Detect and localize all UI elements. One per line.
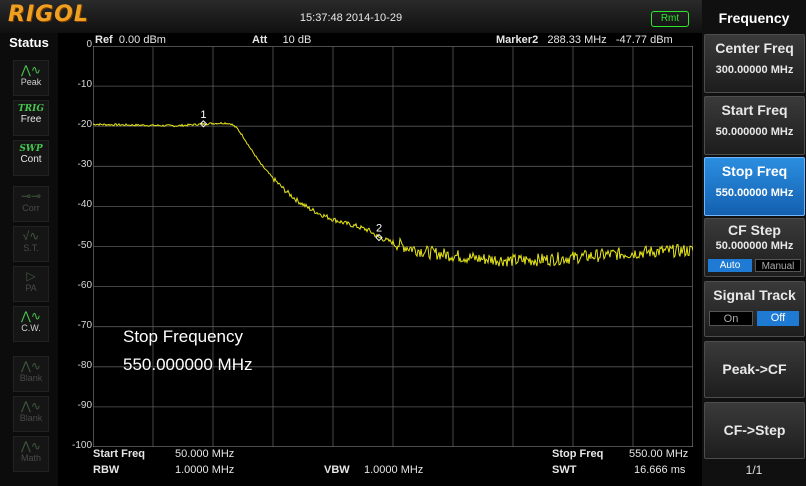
status-math[interactable]: ⋀∿ Math — [13, 436, 49, 472]
signal-track-button[interactable]: Signal Track On Off — [704, 281, 805, 337]
trig-icon: TRIG — [17, 104, 45, 114]
marker-readout: Marker2 288.33 MHz -47.77 dBm — [496, 34, 673, 46]
y-tick-label: -20 — [77, 119, 92, 131]
signal-track-on[interactable]: On — [709, 311, 753, 326]
vbw-value: 1.0000 MHz — [364, 464, 424, 476]
page-indicator: 1/1 — [745, 463, 763, 477]
status-st[interactable]: √∿ S.T. — [13, 226, 49, 262]
status-panel: Status ⋀∿ Peak TRIG Free SWP Cont ⊸⊸ Cor… — [0, 33, 58, 486]
menu-title: Frequency — [718, 10, 790, 26]
status-pa[interactable]: ▷ PA — [13, 266, 49, 302]
status-blank-1[interactable]: ⋀∿ Blank — [13, 356, 49, 392]
y-tick-label: -60 — [77, 279, 92, 291]
rbw-value: 1.0000 MHz — [175, 464, 235, 476]
start-freq-button[interactable]: Start Freq 50.000000 MHz — [704, 96, 805, 155]
vbw-label: VBW — [324, 464, 350, 476]
blank-icon: ⋀∿ — [21, 399, 41, 413]
math-icon: ⋀∿ — [21, 439, 41, 453]
pa-icon: ▷ — [26, 269, 36, 283]
ref-readout: Ref 0.00 dBm — [95, 34, 166, 46]
y-tick-label: -90 — [77, 399, 92, 411]
status-title: Status — [9, 35, 49, 50]
cw-icon: ⋀∿ — [21, 309, 41, 323]
signal-track-off[interactable]: Off — [757, 311, 799, 326]
st-icon: √∿ — [22, 229, 40, 243]
softkey-menu: Frequency Center Freq 300.00000 MHz Star… — [702, 0, 806, 486]
y-tick-label: -100 — [71, 440, 92, 451]
remote-badge: Rmt — [651, 11, 689, 27]
sweep-icon: SWP — [19, 144, 43, 154]
y-tick-label: -40 — [77, 199, 92, 211]
y-tick-label: -70 — [77, 319, 92, 331]
start-freq-value: 50.000 MHz — [175, 448, 235, 460]
stop-freq-button[interactable]: Stop Freq 550.00000 MHz — [704, 157, 805, 216]
swt-value: 16.666 ms — [634, 464, 686, 476]
status-peak[interactable]: ⋀∿ Peak — [13, 60, 49, 96]
datetime: 15:37:48 2014-10-29 — [299, 12, 403, 24]
spectrum-plot[interactable]: 12 — [93, 46, 693, 447]
swt-label: SWT — [552, 464, 577, 476]
top-bar: RIGOL 15:37:48 2014-10-29 Rmt — [0, 0, 702, 33]
y-tick-label: -30 — [77, 159, 92, 171]
att-readout: Att 10 dB — [252, 34, 312, 46]
blank-icon: ⋀∿ — [21, 359, 41, 373]
cf-to-step-button[interactable]: CF->Step — [704, 402, 805, 459]
status-blank-2[interactable]: ⋀∿ Blank — [13, 396, 49, 432]
y-tick-label: -80 — [77, 359, 92, 371]
status-trig[interactable]: TRIG Free — [13, 100, 49, 136]
peak-icon: ⋀∿ — [21, 63, 41, 77]
marker-2-label: 2 — [376, 223, 382, 235]
y-tick-label: -50 — [77, 239, 92, 251]
overlay-title: Stop Frequency — [123, 327, 244, 346]
cf-step-button[interactable]: CF Step 50.000000 MHz Auto Manual — [704, 218, 805, 277]
cf-step-manual[interactable]: Manual — [755, 259, 801, 272]
status-cw[interactable]: ⋀∿ C.W. — [13, 306, 49, 342]
corr-icon: ⊸⊸ — [20, 189, 42, 203]
status-sweep[interactable]: SWP Cont — [13, 140, 49, 176]
status-corr[interactable]: ⊸⊸ Corr — [13, 186, 49, 222]
stop-freq-value: 550.00 MHz — [629, 448, 689, 460]
start-freq-label: Start Freq — [93, 448, 145, 460]
marker-1-label: 1 — [200, 109, 206, 121]
stop-freq-label: Stop Freq — [552, 448, 604, 460]
y-tick-label: -10 — [77, 79, 92, 91]
cf-step-auto[interactable]: Auto — [708, 259, 752, 272]
y-tick-label: 0 — [86, 39, 92, 50]
overlay-value: 550.000000 MHz — [123, 355, 253, 374]
peak-cf-button[interactable]: Peak->CF — [704, 341, 805, 398]
center-freq-button[interactable]: Center Freq 300.00000 MHz — [704, 34, 805, 93]
rbw-label: RBW — [93, 464, 120, 476]
